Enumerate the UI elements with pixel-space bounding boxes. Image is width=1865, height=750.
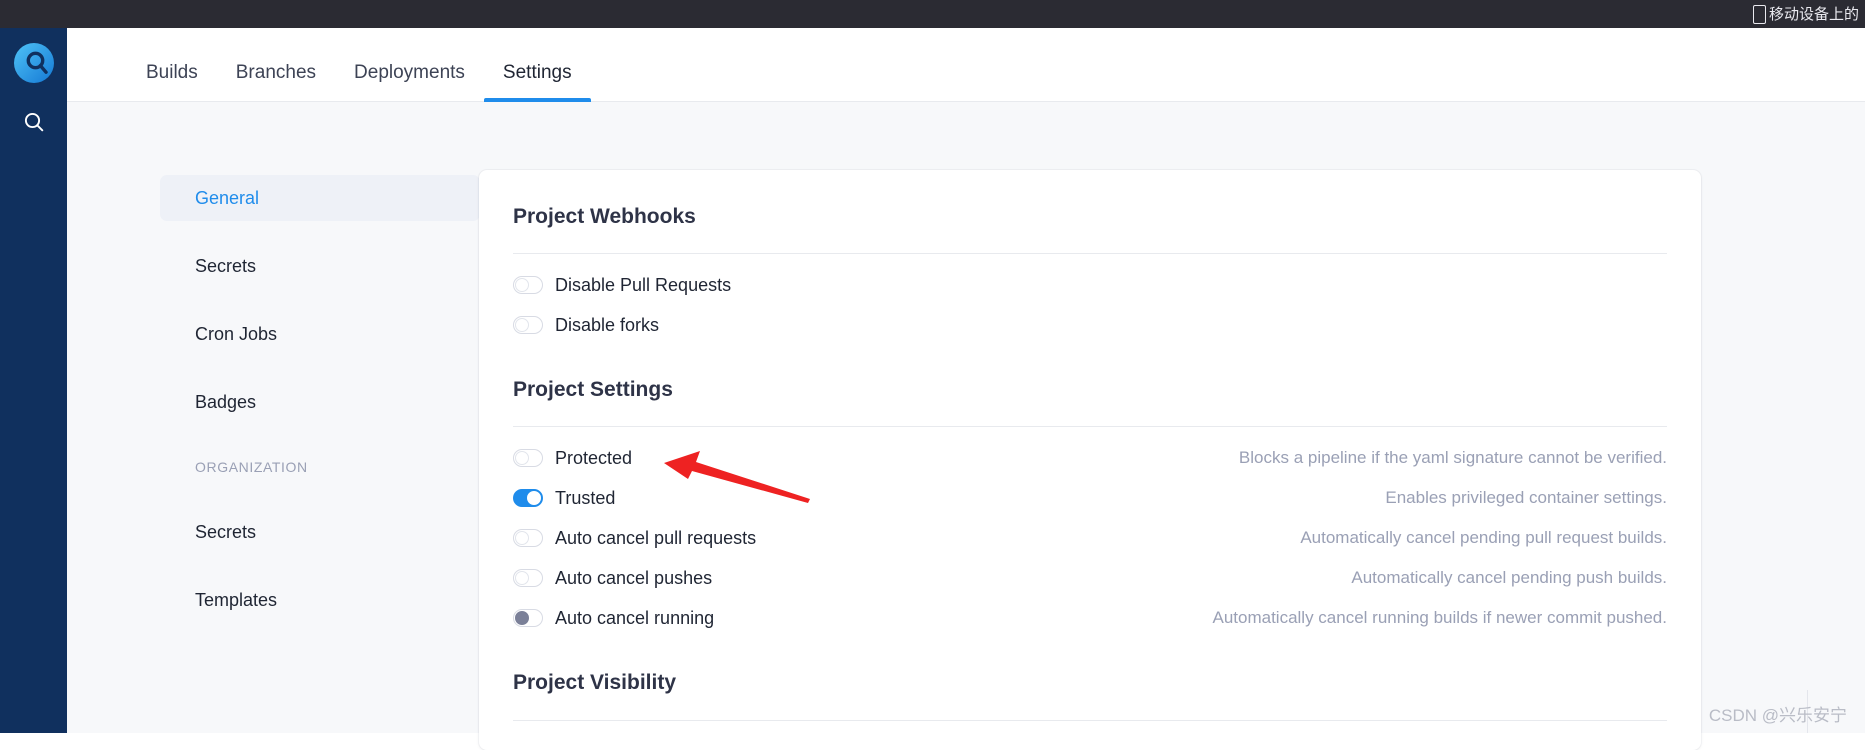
option-control-group: Auto cancel pull requests: [513, 527, 757, 548]
toggle-knob: [515, 570, 529, 585]
menu-spacer: [160, 221, 480, 243]
mobile-device-label: 移动设备上的: [1768, 5, 1859, 23]
menu-spacer: [160, 289, 480, 311]
menu-item-cron-jobs[interactable]: Cron Jobs: [160, 311, 480, 357]
toggle-auto-cancel-pushes[interactable]: [513, 568, 543, 587]
webhooks-option-list: Disable Pull Requests Disable forks: [513, 254, 1667, 339]
option-label: Auto cancel running: [555, 607, 715, 628]
option-row-disable-forks: Disable forks: [513, 310, 1667, 339]
option-label: Auto cancel pull requests: [555, 527, 757, 548]
menu-section-organization: ORGANIZATION: [195, 459, 308, 475]
drone-logo[interactable]: [13, 42, 55, 84]
option-description: Automatically cancel pending push builds…: [1351, 568, 1667, 588]
option-control-group: Trusted: [513, 487, 616, 508]
tab-branches[interactable]: Branches: [217, 63, 335, 101]
option-label: Disable Pull Requests: [555, 274, 732, 295]
option-control-group: Auto cancel running: [513, 607, 715, 628]
section-title-project-visibility: Project Visibility: [513, 671, 677, 695]
left-rail: [0, 28, 67, 733]
section-divider: [513, 719, 1667, 721]
toggle-knob: [515, 277, 529, 292]
menu-spacer: [160, 555, 480, 577]
option-row-auto-cancel-running: Auto cancel running Automatically cancel…: [513, 603, 1667, 632]
menu-item-general[interactable]: General: [160, 175, 480, 221]
toggle-disable-forks[interactable]: [513, 315, 543, 334]
mobile-device-indicator: 移动设备上的: [1752, 4, 1859, 24]
toggle-auto-cancel-pull-requests[interactable]: [513, 528, 543, 547]
toggle-disable-pull-requests[interactable]: [513, 275, 543, 294]
os-topbar: 移动设备上的: [0, 0, 1865, 28]
toggle-protected[interactable]: [513, 448, 543, 467]
main-area: Builds Branches Deployments Settings Gen…: [67, 28, 1865, 750]
option-row-auto-cancel-pull-requests: Auto cancel pull requests Automatically …: [513, 523, 1667, 552]
toggle-knob: [515, 317, 529, 332]
menu-item-secrets[interactable]: Secrets: [160, 243, 480, 289]
option-row-protected: Protected Blocks a pipeline if the yaml …: [513, 443, 1667, 472]
option-label: Disable forks: [555, 314, 660, 335]
section-title-webhooks: Project Webhooks: [513, 205, 696, 228]
option-label: Trusted: [555, 487, 616, 508]
settings-side-menu: General Secrets Cron Jobs Badges ORGANIZ…: [160, 175, 480, 623]
option-description: Enables privileged container settings.: [1385, 488, 1667, 508]
toggle-knob: [515, 450, 529, 465]
option-label: Protected: [555, 447, 633, 468]
option-row-trusted: Trusted Enables privileged container set…: [513, 483, 1667, 512]
toggle-trusted[interactable]: [513, 488, 543, 507]
settings-card: Project Webhooks Disable Pull Requests D…: [479, 170, 1701, 750]
csdn-watermark: CSDN @兴乐安宁: [1708, 706, 1847, 725]
menu-item-org-secrets[interactable]: Secrets: [160, 509, 480, 555]
tab-settings[interactable]: Settings: [483, 63, 591, 102]
option-label: Auto cancel pushes: [555, 567, 713, 588]
option-control-group: Auto cancel pushes: [513, 567, 713, 588]
toggle-knob: [527, 490, 541, 505]
option-description: Automatically cancel pending pull reques…: [1300, 528, 1667, 548]
option-row-auto-cancel-pushes: Auto cancel pushes Automatically cancel …: [513, 563, 1667, 592]
menu-spacer: [160, 357, 480, 379]
menu-spacer: [160, 425, 480, 447]
tab-deployments[interactable]: Deployments: [335, 63, 484, 101]
tab-builds[interactable]: Builds: [127, 63, 217, 101]
toggle-knob: [515, 530, 529, 545]
mobile-device-icon: [1752, 4, 1766, 24]
option-description: Blocks a pipeline if the yaml signature …: [1238, 448, 1667, 468]
option-control-group: Protected: [513, 447, 633, 468]
toggle-knob: [515, 610, 529, 625]
menu-item-badges[interactable]: Badges: [160, 379, 480, 425]
primary-nav: Builds Branches Deployments Settings: [67, 28, 1865, 102]
option-control-group: Disable Pull Requests: [513, 274, 732, 295]
toggle-auto-cancel-running[interactable]: [513, 608, 543, 627]
section-title-project-settings: Project Settings: [513, 378, 673, 402]
menu-spacer: [160, 487, 480, 509]
option-control-group: Disable forks: [513, 314, 660, 335]
option-description: Automatically cancel running builds if n…: [1212, 608, 1667, 628]
project-settings-option-list: Protected Blocks a pipeline if the yaml …: [513, 427, 1667, 632]
search-icon[interactable]: [19, 107, 49, 137]
menu-item-org-templates[interactable]: Templates: [160, 577, 480, 623]
option-row-disable-pull-requests: Disable Pull Requests: [513, 270, 1667, 299]
